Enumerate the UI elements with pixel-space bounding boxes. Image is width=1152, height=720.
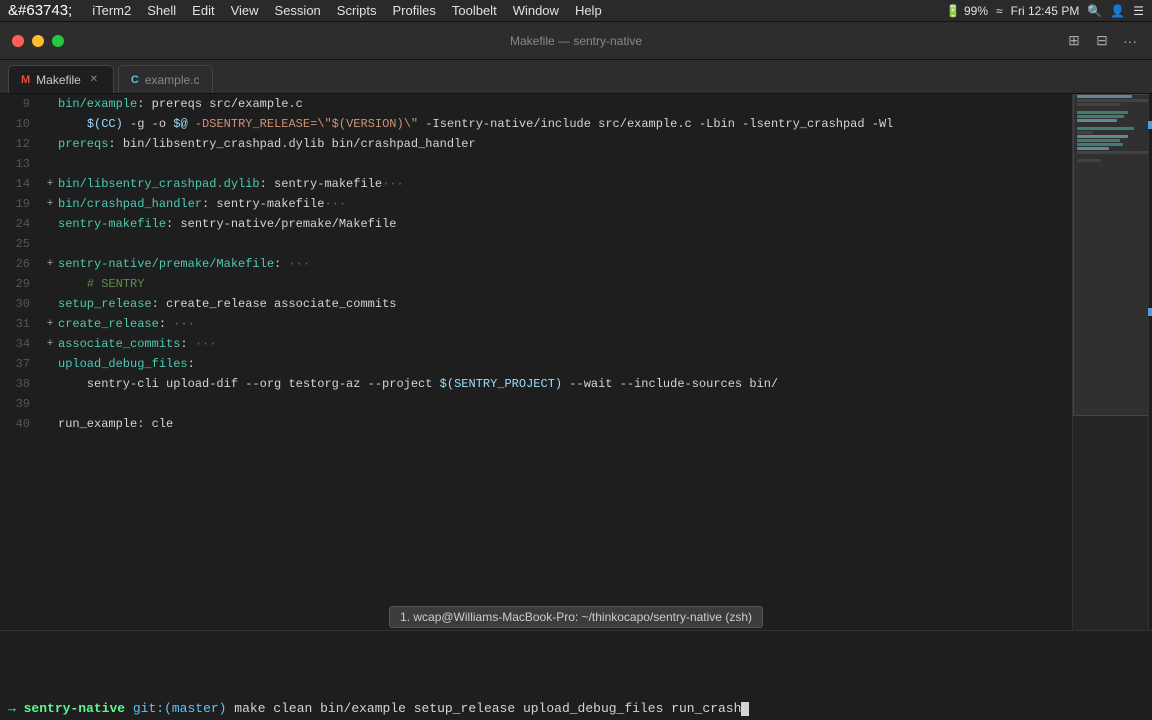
makefile-tab-icon: M [21, 74, 30, 86]
terminal-path: sentry-native [24, 701, 125, 716]
code-line-9: 9 bin/example: prereqs src/example.c [0, 94, 1072, 114]
menu-profiles[interactable]: Profiles [385, 0, 444, 22]
menubar: &#63743; iTerm2 Shell Edit View Session … [0, 0, 1152, 22]
code-line-29: 29 # SENTRY [0, 274, 1072, 294]
menu-shell[interactable]: Shell [139, 0, 184, 22]
titlebar-actions: ⊞ ⊟ ··· [1064, 31, 1140, 51]
apple-menu[interactable]: &#63743; [8, 2, 72, 19]
tab-close-button[interactable]: ✕ [87, 73, 101, 87]
code-line-13: 13 [0, 154, 1072, 174]
code-line-10: 10 $(CC) -g -o $@ -DSENTRY_RELEASE=\"$(V… [0, 114, 1072, 134]
tab-bar: M Makefile ✕ C example.c [0, 60, 1152, 94]
example-c-tab-icon: C [131, 74, 139, 86]
wifi-status: ≈ [996, 4, 1003, 18]
maximize-button[interactable] [52, 35, 64, 47]
terminal-command: make clean bin/example setup_release upl… [234, 701, 741, 716]
code-line-24: 24 sentry-makefile: sentry-native/premak… [0, 214, 1072, 234]
menu-iterm2[interactable]: iTerm2 [84, 0, 139, 22]
main-area: 9 bin/example: prereqs src/example.c 10 … [0, 94, 1152, 630]
terminal-git-branch: git:(master) [133, 701, 227, 716]
menu-window[interactable]: Window [505, 0, 567, 22]
code-line-34: 34 + associate_commits: ··· [0, 334, 1072, 354]
minimap[interactable] [1072, 94, 1152, 630]
code-line-19: 19 + bin/crashpad_handler: sentry-makefi… [0, 194, 1072, 214]
prompt-arrow: → [8, 701, 16, 716]
menu-view[interactable]: View [223, 0, 267, 22]
terminal-body[interactable]: → sentry-native git:(master) make clean … [0, 631, 1152, 720]
code-line-30: 30 setup_release: create_release associa… [0, 294, 1072, 314]
tab-example-c-label: example.c [145, 73, 200, 87]
terminal-panel: → sentry-native git:(master) make clean … [0, 630, 1152, 720]
window-controls [12, 35, 64, 47]
more-options-icon[interactable]: ··· [1120, 31, 1140, 51]
tab-makefile-label: Makefile [36, 73, 81, 87]
code-line-37: 37 upload_debug_files: [0, 354, 1072, 374]
split-horizontal-icon[interactable]: ⊟ [1092, 31, 1112, 51]
code-line-38: 38 sentry-cli upload-dif --org testorg-a… [0, 374, 1072, 394]
titlebar: Makefile — sentry-native ⊞ ⊟ ··· [0, 22, 1152, 60]
close-button[interactable] [12, 35, 24, 47]
tab-example-c[interactable]: C example.c [118, 65, 213, 93]
menu-help[interactable]: Help [567, 0, 610, 22]
editor: 9 bin/example: prereqs src/example.c 10 … [0, 94, 1072, 630]
code-line-40: 40 run_example: cle [0, 414, 1072, 434]
terminal-prompt-line: → sentry-native git:(master) make clean … [8, 701, 1144, 716]
minimize-button[interactable] [32, 35, 44, 47]
code-line-25: 25 [0, 234, 1072, 254]
control-icon[interactable]: ☰ [1133, 4, 1144, 18]
menu-session[interactable]: Session [267, 0, 329, 22]
clock: Fri 12:45 PM [1011, 4, 1080, 18]
tab-makefile[interactable]: M Makefile ✕ [8, 65, 114, 93]
search-icon[interactable]: 🔍 [1087, 4, 1102, 18]
battery-status: 🔋 99% [946, 4, 988, 18]
menu-scripts[interactable]: Scripts [329, 0, 385, 22]
code-line-12: 12 prereqs: bin/libsentry_crashpad.dylib… [0, 134, 1072, 154]
iterm-window: Makefile — sentry-native ⊞ ⊟ ··· M Makef… [0, 22, 1152, 720]
window-title: Makefile — sentry-native [510, 34, 642, 48]
menu-status-area: 🔋 99% ≈ Fri 12:45 PM 🔍 👤 ☰ [946, 4, 1144, 18]
menu-edit[interactable]: Edit [184, 0, 222, 22]
code-line-14: 14 + bin/libsentry_crashpad.dylib: sentr… [0, 174, 1072, 194]
content-wrapper: 9 bin/example: prereqs src/example.c 10 … [0, 94, 1152, 720]
menu-toolbelt[interactable]: Toolbelt [444, 0, 505, 22]
terminal-cursor [741, 702, 749, 716]
split-vertical-icon[interactable]: ⊞ [1064, 31, 1084, 51]
code-line-39: 39 [0, 394, 1072, 414]
code-line-31: 31 + create_release: ··· [0, 314, 1072, 334]
code-area[interactable]: 9 bin/example: prereqs src/example.c 10 … [0, 94, 1072, 630]
user-icon[interactable]: 👤 [1110, 4, 1125, 18]
minimap-content [1073, 95, 1152, 630]
code-line-26: 26 + sentry-native/premake/Makefile: ··· [0, 254, 1072, 274]
